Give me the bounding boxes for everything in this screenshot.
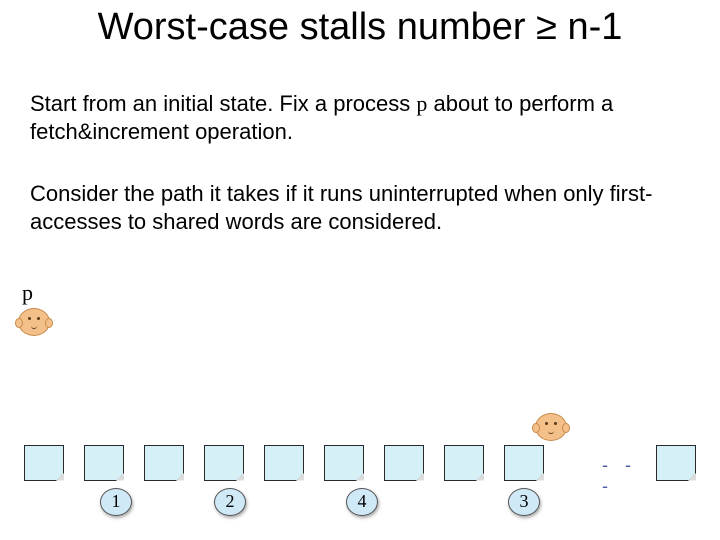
face-icon-other (535, 413, 567, 441)
shared-word-box (84, 445, 124, 481)
step-badge: 4 (346, 488, 378, 516)
step-badge: 1 (100, 488, 132, 516)
paragraph-2: Consider the path it takes if it runs un… (30, 180, 670, 235)
shared-word-box (204, 445, 244, 481)
paragraph-1: Start from an initial state. Fix a proce… (30, 90, 670, 145)
paragraph-1-process-p: p (416, 91, 427, 116)
process-p-label: p (22, 280, 33, 306)
face-icon-p (18, 308, 50, 336)
shared-word-box (384, 445, 424, 481)
shared-word-box (324, 445, 364, 481)
shared-word-box (24, 445, 64, 481)
shared-word-box (144, 445, 184, 481)
shared-word-box (264, 445, 304, 481)
step-badge: 3 (508, 488, 540, 516)
shared-word-box (656, 445, 696, 481)
shared-word-box (504, 445, 544, 481)
ellipsis: - - - (602, 455, 652, 497)
slide-title: Worst-case stalls number ≥ n-1 (0, 6, 720, 49)
shared-word-box (444, 445, 484, 481)
slide: Worst-case stalls number ≥ n-1 Start fro… (0, 0, 720, 540)
paragraph-1-part-a: Start from an initial state. Fix a proce… (30, 91, 416, 116)
step-badge: 2 (214, 488, 246, 516)
